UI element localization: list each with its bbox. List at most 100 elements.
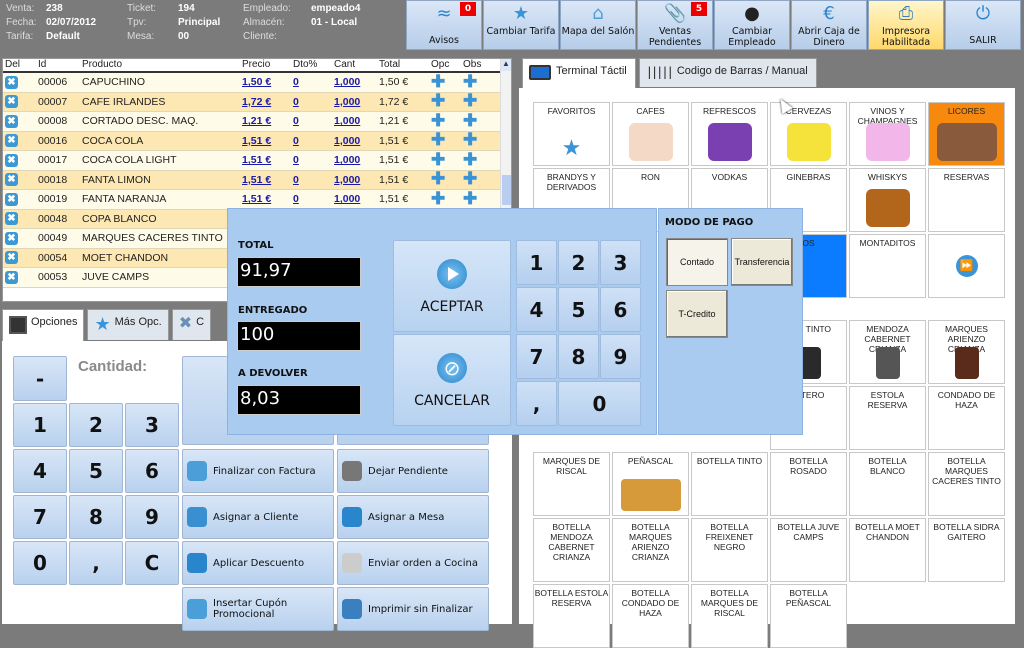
keypad-key-3[interactable]: 3: [125, 403, 179, 447]
product-botella-marques-arienzo-crianza[interactable]: BOTELLA MARQUES ARIENZO CRIANZA: [612, 518, 689, 582]
product-marques-de-riscal[interactable]: MARQUES DE RISCAL: [533, 452, 610, 516]
action-asignar-a-cliente[interactable]: Asignar a Cliente: [182, 495, 334, 539]
plus-icon[interactable]: ✚: [431, 190, 445, 207]
table-row[interactable]: ✖ 00017 COCA COLA LIGHT 1,51 €0 1,000 1,51 € ✚…: [3, 151, 511, 171]
mode-tcredito-button[interactable]: T-Credito: [666, 290, 728, 338]
cell-cant[interactable]: 1,000: [332, 174, 377, 186]
tab-codigo-barras[interactable]: ||||| Codigo de Barras / Manual: [638, 58, 817, 87]
payment-key-1[interactable]: 1: [516, 240, 557, 285]
payment-key-8[interactable]: 8: [558, 334, 599, 379]
delete-icon[interactable]: ✖: [5, 114, 18, 128]
product-botella-rosado[interactable]: BOTELLA ROSADO: [770, 452, 847, 516]
product-botella-estola-reserva[interactable]: BOTELLA ESTOLA RESERVA: [533, 584, 610, 648]
delete-icon[interactable]: ✖: [5, 134, 18, 148]
delete-icon[interactable]: ✖: [5, 231, 18, 245]
action-finalizar-con-factura[interactable]: Finalizar con Factura: [182, 449, 334, 493]
keypad-key-0[interactable]: 0: [13, 541, 67, 585]
tab-mas-opciones[interactable]: ★ Más Opc.: [87, 309, 169, 340]
toolbar-button-home[interactable]: ⌂ Mapa del Salón: [560, 0, 636, 50]
delete-icon[interactable]: ✖: [5, 95, 18, 109]
cell-precio[interactable]: 1,50 €: [240, 76, 291, 88]
product-pe-ascal[interactable]: PEÑASCAL: [612, 452, 689, 516]
cell-dto[interactable]: 0: [291, 76, 332, 88]
toolbar-button-euro[interactable]: € Abrir Caja de Dinero: [791, 0, 867, 50]
entregado-field[interactable]: 100: [237, 321, 361, 351]
payment-key-0[interactable]: 0: [558, 381, 641, 426]
table-row[interactable]: ✖ 00019 FANTA NARANJA 1,51 €0 1,000 1,51 € ✚ ✚: [3, 190, 511, 210]
plus-icon[interactable]: ✚: [463, 190, 477, 207]
keypad-key-7[interactable]: 7: [13, 495, 67, 539]
cell-cant[interactable]: 1,000: [332, 115, 377, 127]
plus-icon[interactable]: ✚: [463, 170, 477, 187]
payment-key-5[interactable]: 5: [558, 287, 599, 332]
cancel-button[interactable]: ⊘ CANCELAR: [393, 334, 511, 426]
payment-key-2[interactable]: 2: [558, 240, 599, 285]
tab-terminal-tactil[interactable]: Terminal Táctil: [522, 58, 636, 89]
cell-dto[interactable]: 0: [291, 115, 332, 127]
toolbar-button-star[interactable]: ★ Cambiar Tarifa: [483, 0, 559, 50]
product-botella-juve-camps[interactable]: BOTELLA JUVE CAMPS: [770, 518, 847, 582]
plus-icon[interactable]: ✚: [431, 151, 445, 168]
cell-dto[interactable]: 0: [291, 154, 332, 166]
action-enviar-orden-a-cocina[interactable]: Enviar orden a Cocina: [337, 541, 489, 585]
product-botella-moet-chandon[interactable]: BOTELLA MOET CHANDON: [849, 518, 926, 582]
payment-key-6[interactable]: 6: [600, 287, 641, 332]
keypad-key-1[interactable]: 1: [13, 403, 67, 447]
category-vinos-y-champagnes[interactable]: VINOS Y CHAMPAGNES: [849, 102, 926, 166]
keypad-key-6[interactable]: 6: [125, 449, 179, 493]
action-insertar-cup-n-promocional[interactable]: Insertar Cupón Promocional: [182, 587, 334, 631]
payment-key-9[interactable]: 9: [600, 334, 641, 379]
delete-icon[interactable]: ✖: [5, 173, 18, 187]
cell-cant[interactable]: 1,000: [332, 154, 377, 166]
toolbar-button-power[interactable]: ⏻ SALIR: [945, 0, 1021, 50]
cell-cant[interactable]: 1,000: [332, 135, 377, 147]
product-mendoza-cabernet-crianza[interactable]: MENDOZA CABERNET CRIANZA: [849, 320, 926, 384]
cell-dto[interactable]: 0: [291, 193, 332, 205]
toolbar-button-paperclip[interactable]: 📎 5 Ventas Pendientes: [637, 0, 713, 50]
plus-icon[interactable]: ✚: [431, 112, 445, 129]
payment-key-7[interactable]: 7: [516, 334, 557, 379]
category-favoritos[interactable]: FAVORITOS ★: [533, 102, 610, 166]
keypad-key-8[interactable]: 8: [69, 495, 123, 539]
keypad-key-c[interactable]: C: [125, 541, 179, 585]
product-marques-arienzo-crianza[interactable]: MARQUES ARIENZO CRIANZA: [928, 320, 1005, 384]
delete-icon[interactable]: ✖: [5, 192, 18, 206]
delete-icon[interactable]: ✖: [5, 251, 18, 265]
keypad-key-9[interactable]: 9: [125, 495, 179, 539]
action-dejar-pendiente[interactable]: Dejar Pendiente: [337, 449, 489, 493]
toolbar-button-rss[interactable]: ≈0 Avisos: [406, 0, 482, 50]
delete-icon[interactable]: ✖: [5, 212, 18, 226]
cell-cant[interactable]: 1,000: [332, 76, 377, 88]
keypad-key-4[interactable]: 4: [13, 449, 67, 493]
category-refrescos[interactable]: REFRESCOS: [691, 102, 768, 166]
action-imprimir-sin-finalizar[interactable]: Imprimir sin Finalizar: [337, 587, 489, 631]
plus-icon[interactable]: ✚: [431, 131, 445, 148]
table-row[interactable]: ✖ 00007 CAFE IRLANDES 1,72 €0 1,000 1,72 € ✚ ✚: [3, 92, 511, 112]
table-row[interactable]: ✖ 00016 COCA COLA 1,51 €0 1,000 1,51 € ✚ ✚: [3, 131, 511, 151]
cell-cant[interactable]: 1,000: [332, 96, 377, 108]
cell-precio[interactable]: 1,51 €: [240, 154, 291, 166]
cell-dto[interactable]: 0: [291, 174, 332, 186]
plus-icon[interactable]: ✚: [463, 151, 477, 168]
plus-icon[interactable]: ✚: [431, 73, 445, 90]
tab-config[interactable]: ✖ C: [171, 309, 212, 340]
action-aplicar-descuento[interactable]: Aplicar Descuento: [182, 541, 334, 585]
product-botella-condado-de-haza[interactable]: BOTELLA CONDADO DE HAZA: [612, 584, 689, 648]
category-next[interactable]: ⏩: [928, 234, 1005, 298]
plus-icon[interactable]: ✚: [463, 92, 477, 109]
delete-icon[interactable]: ✖: [5, 153, 18, 167]
scroll-up-icon[interactable]: ▲: [501, 59, 511, 71]
minus-button[interactable]: -: [13, 356, 67, 401]
payment-key-4[interactable]: 4: [516, 287, 557, 332]
category-cafes[interactable]: CAFES: [612, 102, 689, 166]
cell-precio[interactable]: 1,51 €: [240, 135, 291, 147]
cell-dto[interactable]: 0: [291, 135, 332, 147]
product-botella-marques-de-riscal[interactable]: BOTELLA MARQUES DE RISCAL: [691, 584, 768, 648]
table-row[interactable]: ✖ 00008 CORTADO DESC. MAQ. 1,21 €0 1,000 1,21…: [3, 112, 511, 132]
category-montaditos[interactable]: MONTADITOS: [849, 234, 926, 298]
mode-transferencia-button[interactable]: Transferencia: [731, 238, 793, 286]
payment-key-3[interactable]: 3: [600, 240, 641, 285]
payment-key-comma[interactable]: ,: [516, 381, 557, 426]
product-botella-sidra-gaitero[interactable]: BOTELLA SIDRA GAITERO: [928, 518, 1005, 582]
tab-opciones[interactable]: Opciones: [2, 309, 85, 342]
